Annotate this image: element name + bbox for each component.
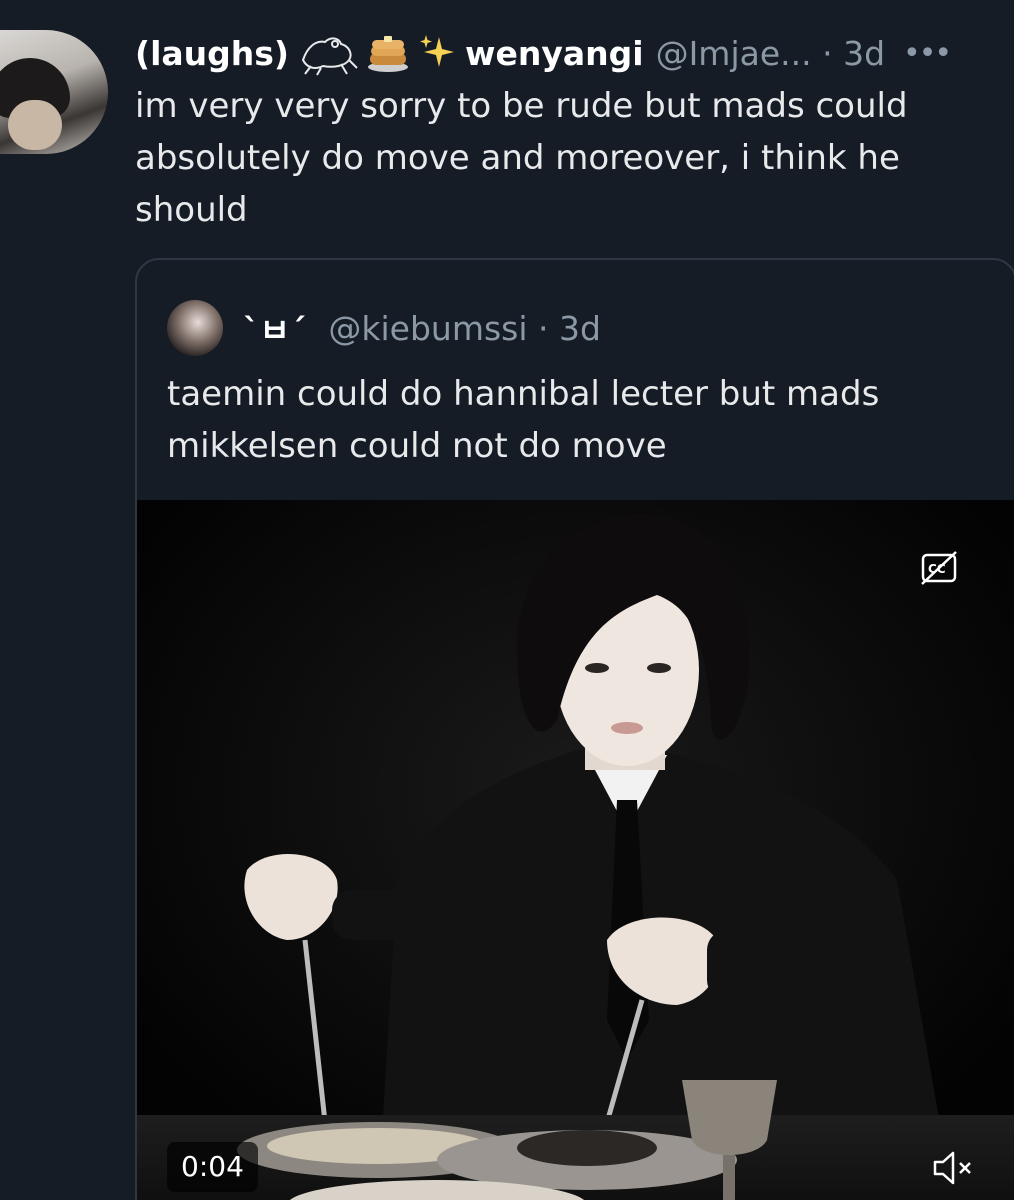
quote-display-name[interactable]: `ㅂ´: [243, 304, 306, 352]
quote-avatar[interactable]: [167, 300, 223, 356]
video-timestamp: 0:04: [167, 1142, 258, 1192]
quote-handle-and-time[interactable]: @kiebumssi · 3d: [328, 309, 601, 348]
quoted-tweet[interactable]: `ㅂ´ @kiebumssi · 3d taemin could do hann…: [135, 258, 1014, 1200]
video-frame: [137, 500, 1014, 1200]
tweet[interactable]: (laughs) wenyangi @Imjae... · 3d ••• im …: [0, 0, 1014, 1200]
quote-text: taemin could do hannibal lecter but mads…: [167, 374, 880, 466]
video-player[interactable]: CC 0:04: [137, 500, 1014, 1200]
more-icon[interactable]: •••: [903, 36, 952, 71]
frog-icon: [301, 37, 358, 76]
pancake-icon: [368, 36, 408, 72]
avatar-face: [8, 100, 62, 150]
closed-captions-off-icon[interactable]: CC: [919, 548, 959, 588]
muted-speaker-icon[interactable]: [931, 1148, 975, 1188]
avatar[interactable]: [0, 30, 108, 154]
tweet-header: (laughs) wenyangi @Imjae... · 3d •••: [135, 28, 1004, 78]
handle-and-time[interactable]: @Imjae... · 3d: [656, 34, 885, 73]
display-name[interactable]: (laughs): [135, 34, 289, 73]
tweet-text: im very very sorry to be rude but mads c…: [135, 86, 908, 230]
username[interactable]: wenyangi: [465, 34, 644, 73]
quote-header: `ㅂ´ @kiebumssi · 3d: [167, 300, 601, 356]
sparkle-icon: [420, 35, 454, 67]
